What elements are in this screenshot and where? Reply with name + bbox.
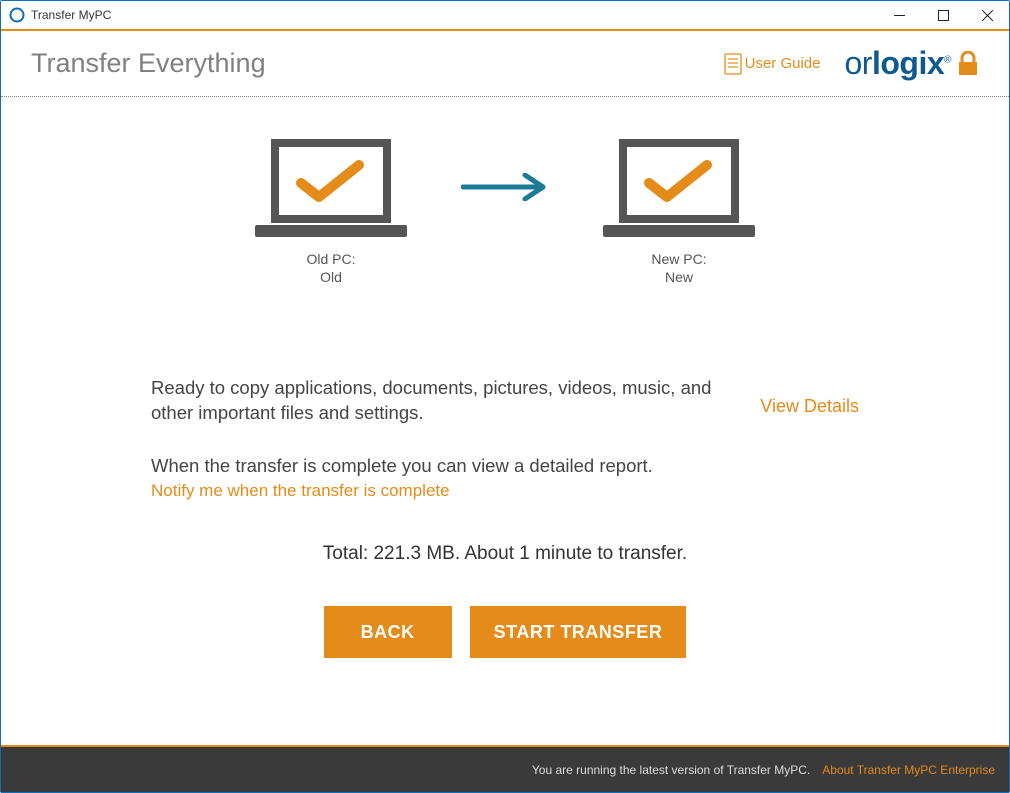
document-icon <box>724 53 742 75</box>
new-pc-block: New PC: New <box>599 137 759 286</box>
header: Transfer Everything User Guide orlogix® <box>1 31 1009 97</box>
ready-row: Ready to copy applications, documents, p… <box>151 376 859 426</box>
new-pc-label: New PC: New <box>599 250 759 286</box>
laptop-old-icon <box>251 137 411 239</box>
footer: You are running the latest version of Tr… <box>1 745 1009 792</box>
content: Old PC: Old New PC: <box>1 97 1009 745</box>
arrow-block <box>461 137 549 201</box>
arrow-right-icon <box>461 173 549 201</box>
total-line: Total: 221.3 MB. About 1 minute to trans… <box>151 543 859 565</box>
brand: orlogix® <box>845 45 980 82</box>
laptop-new-icon <box>599 137 759 239</box>
app-icon <box>9 7 25 23</box>
titlebar: Transfer MyPC <box>1 1 1009 31</box>
maximize-button[interactable] <box>921 1 965 29</box>
ready-text: Ready to copy applications, documents, p… <box>151 376 720 426</box>
complete-text: When the transfer is complete you can vi… <box>151 454 859 479</box>
button-row: BACK START TRANSFER <box>1 606 1009 658</box>
brand-text: orlogix® <box>845 45 952 82</box>
window-controls <box>877 1 1009 29</box>
user-guide-link[interactable]: User Guide <box>724 53 821 75</box>
old-pc-block: Old PC: Old <box>251 137 411 286</box>
pc-diagram: Old PC: Old New PC: <box>151 137 859 286</box>
header-right: User Guide orlogix® <box>724 45 979 82</box>
back-button[interactable]: BACK <box>324 606 452 658</box>
minimize-button[interactable] <box>877 1 921 29</box>
app-window: Transfer MyPC Transfer Everything <box>0 0 1010 793</box>
footer-about-link[interactable]: About Transfer MyPC Enterprise <box>822 763 995 777</box>
old-pc-label: Old PC: Old <box>251 250 411 286</box>
view-details-link[interactable]: View Details <box>760 396 859 417</box>
start-transfer-button[interactable]: START TRANSFER <box>470 606 687 658</box>
window-title: Transfer MyPC <box>31 8 111 22</box>
footer-version: You are running the latest version of Tr… <box>532 763 810 777</box>
lock-icon <box>957 51 979 77</box>
user-guide-label: User Guide <box>745 55 821 72</box>
close-button[interactable] <box>965 1 1009 29</box>
page-title: Transfer Everything <box>31 48 266 79</box>
notify-link[interactable]: Notify me when the transfer is complete <box>151 481 450 501</box>
complete-row: When the transfer is complete you can vi… <box>151 454 859 501</box>
